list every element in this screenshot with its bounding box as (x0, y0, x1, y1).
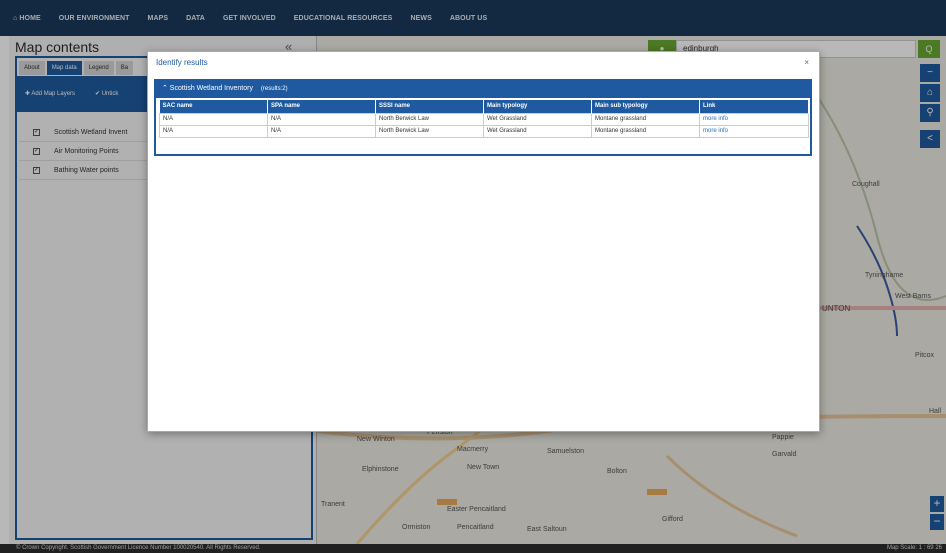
column-header: Link (699, 100, 809, 113)
table-cell: Montane grassland (591, 112, 700, 126)
table-header-row: SAC name SPA name SSSI name Main typolog… (159, 100, 809, 113)
table-cell: N/A (267, 124, 376, 138)
table-cell: N/A (159, 124, 268, 138)
table-cell: Wet Grassland (483, 124, 592, 138)
close-icon[interactable]: × (804, 58, 809, 67)
table-row: N/A N/A North Berwick Law Wet Grassland … (159, 112, 809, 126)
identify-results-dialog: Identify results × ⌃ Scottish Wetland In… (147, 51, 820, 432)
results-table-container: SAC name SPA name SSSI name Main typolog… (154, 98, 812, 156)
section-title: ⌃ Scottish Wetland Inventory (162, 85, 253, 92)
column-header: Main sub typology (591, 100, 700, 113)
result-section-header[interactable]: ⌃ Scottish Wetland Inventory (results:2) (154, 79, 812, 98)
column-header: SSSI name (375, 100, 484, 113)
table-cell: N/A (267, 112, 376, 126)
results-table: SAC name SPA name SSSI name Main typolog… (159, 100, 809, 138)
table-cell: Montane grassland (591, 124, 700, 138)
column-header: Main typology (483, 100, 592, 113)
table-cell: N/A (159, 112, 268, 126)
result-count: (results:2) (260, 86, 288, 92)
dialog-title: Identify results (156, 58, 208, 67)
table-cell: North Berwick Law (375, 112, 484, 126)
table-cell: North Berwick Law (375, 124, 484, 138)
more-info-link[interactable]: more info (699, 124, 809, 138)
table-cell: Wet Grassland (483, 112, 592, 126)
table-row: N/A N/A North Berwick Law Wet Grassland … (159, 124, 809, 138)
column-header: SPA name (267, 100, 376, 113)
column-header: SAC name (159, 100, 268, 113)
more-info-link[interactable]: more info (699, 112, 809, 126)
